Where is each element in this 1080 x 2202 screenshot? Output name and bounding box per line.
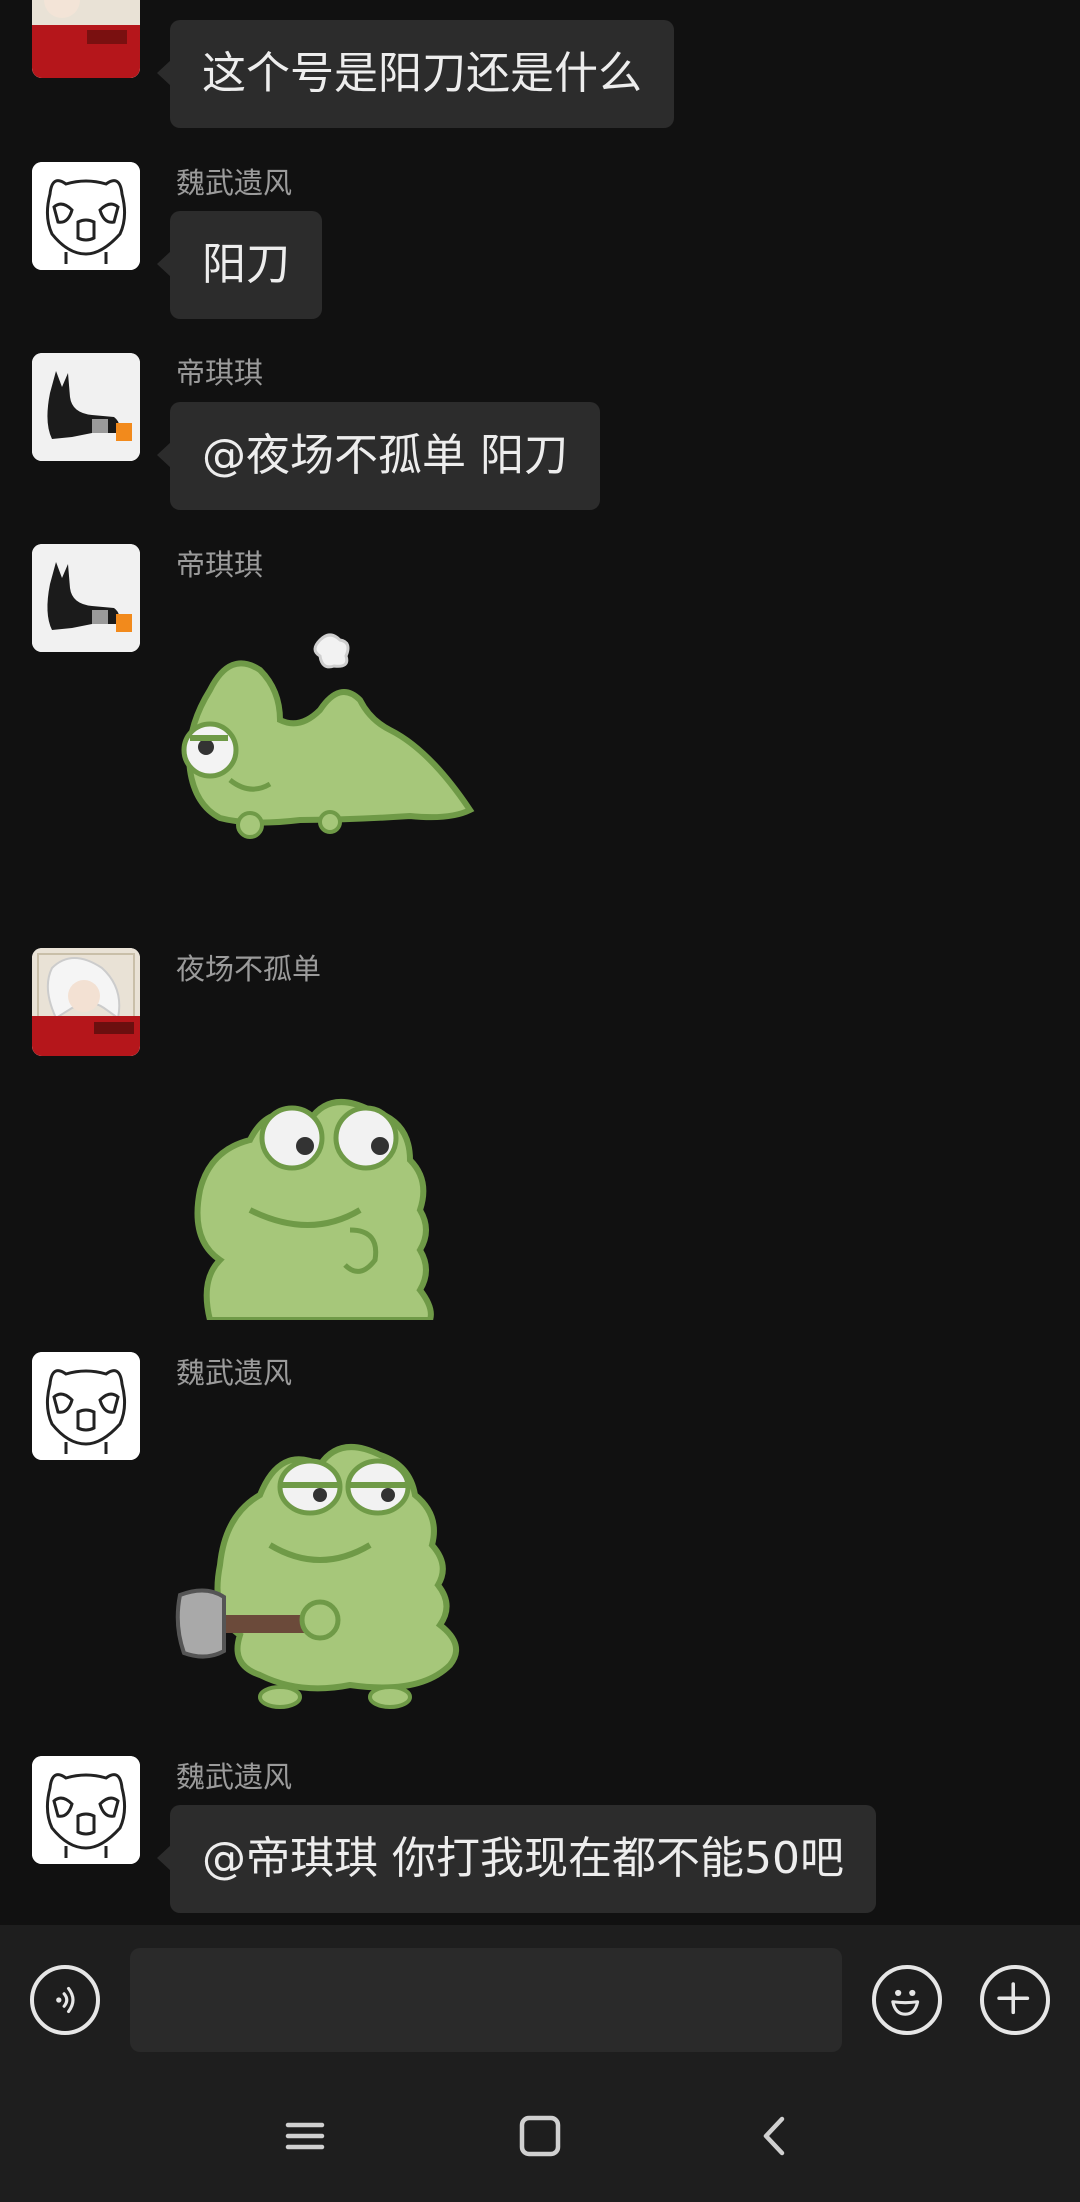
- chat-input-bar: [0, 1925, 1080, 2065]
- avatar-wei-wu[interactable]: [32, 1756, 140, 1864]
- message-text: @帝琪琪 你打我现在都不能50吧: [202, 1833, 844, 1884]
- avatar-di-qi-qi[interactable]: [32, 353, 140, 461]
- avatar-di-qi-qi[interactable]: [32, 544, 140, 652]
- menu-icon: [285, 2122, 325, 2150]
- sender-name: 魏武遗风: [176, 166, 293, 200]
- sender-name: 帝琪琪: [176, 548, 264, 582]
- home-button[interactable]: [505, 2101, 575, 2171]
- message-text: 阳刀: [202, 239, 290, 290]
- message-bubble[interactable]: @夜场不孤单 阳刀: [157, 402, 600, 510]
- message-bubble[interactable]: 阳刀: [157, 211, 322, 319]
- sender-name: 帝琪琪: [176, 356, 264, 390]
- chat-message-list[interactable]: 这个号是阳刀还是什么 魏武遗风 阳刀 帝琪琪 @夜场不孤单 阳刀 帝琪琪 夜场不…: [0, 0, 1080, 1925]
- sender-name: 夜场不孤单: [176, 952, 322, 986]
- voice-button[interactable]: [30, 1965, 100, 2035]
- emoji-button[interactable]: [872, 1965, 942, 2035]
- avatar-wei-wu[interactable]: [32, 1352, 140, 1460]
- frog-lying-sticker[interactable]: [170, 620, 490, 860]
- message-input[interactable]: [130, 1948, 842, 2052]
- voice-icon: [56, 1986, 75, 2014]
- avatar-ye-chang[interactable]: [32, 948, 140, 1056]
- more-button[interactable]: [980, 1965, 1050, 2035]
- frog-smiling-sticker[interactable]: [170, 1080, 490, 1320]
- recent-apps-button[interactable]: [270, 2101, 340, 2171]
- message-text: 这个号是阳刀还是什么: [202, 48, 642, 99]
- message-bubble[interactable]: 这个号是阳刀还是什么: [157, 20, 674, 128]
- emoji-icon: [891, 1989, 920, 2016]
- frog-axe-sticker[interactable]: [170, 1425, 500, 1715]
- back-icon: [763, 2116, 785, 2156]
- plus-icon: [997, 1982, 1030, 2015]
- message-text: @夜场不孤单 阳刀: [202, 430, 568, 481]
- avatar-ye-chang[interactable]: [32, 0, 140, 78]
- back-button[interactable]: [740, 2101, 810, 2171]
- system-nav-bar: [0, 2065, 1080, 2202]
- message-bubble[interactable]: @帝琪琪 你打我现在都不能50吧: [157, 1805, 876, 1913]
- avatar-wei-wu[interactable]: [32, 162, 140, 270]
- sender-name: 魏武遗风: [176, 1760, 293, 1794]
- sender-name: 魏武遗风: [176, 1356, 293, 1390]
- home-icon: [519, 2115, 561, 2157]
